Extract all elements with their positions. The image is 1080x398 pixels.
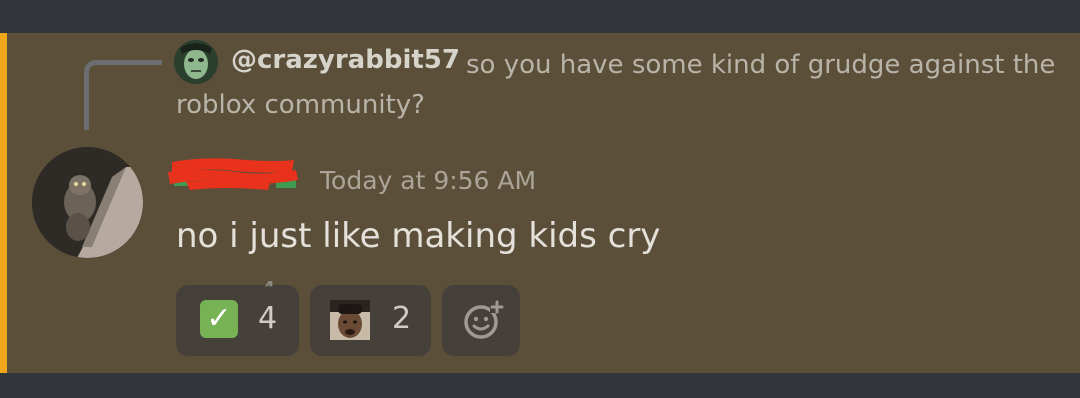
reply-username[interactable]: @crazyrabbit57 xyxy=(231,45,460,75)
reaction-count: 2 xyxy=(392,301,412,336)
reaction-custom-face[interactable]: 2 xyxy=(310,285,431,356)
message-timestamp: Today at 9:56 AM xyxy=(320,166,537,195)
mention-bar xyxy=(0,33,7,373)
author-avatar[interactable] xyxy=(32,147,143,258)
reaction-check[interactable]: ✓ 4 4 xyxy=(176,276,299,356)
add-reaction-icon xyxy=(464,300,504,339)
custom-face-emoji-icon xyxy=(330,300,370,340)
reaction-count: 4 xyxy=(258,301,278,336)
message-highlighted[interactable]: so you have some kind of grudge against … xyxy=(0,33,1080,373)
message-content: no i just like making kids cry xyxy=(176,216,661,256)
reply-spine xyxy=(84,60,162,130)
username-redaction xyxy=(168,158,298,190)
add-reaction-button[interactable] xyxy=(442,285,520,356)
chat-view: so you have some kind of grudge against … xyxy=(0,0,1080,398)
check-mark-icon: ✓ xyxy=(200,300,238,338)
